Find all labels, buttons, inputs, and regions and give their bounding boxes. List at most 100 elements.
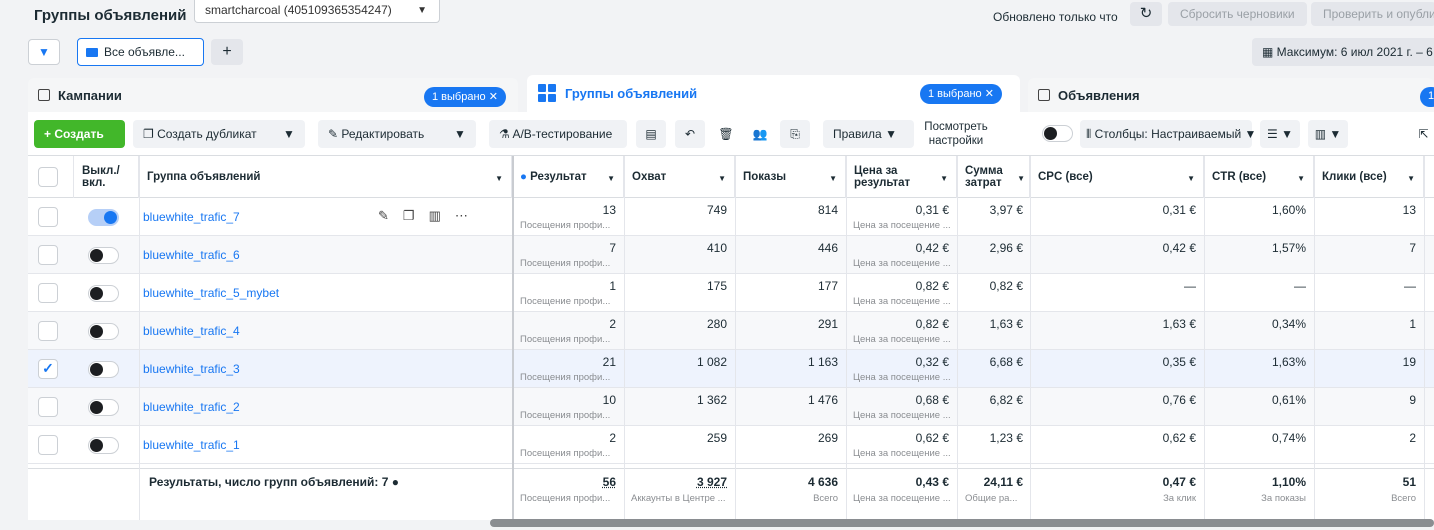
create-button[interactable]: + Создать [34, 120, 125, 148]
trash-icon[interactable]: 🗑 [712, 120, 740, 148]
add-filter-button[interactable]: + [211, 39, 243, 65]
row-checkbox[interactable] [38, 397, 58, 417]
calendar-icon: ▦ [1262, 45, 1277, 59]
ab-test-button[interactable]: ⚗ A/B-тестирование [489, 120, 627, 148]
col-reach[interactable]: Охват ▼ [624, 156, 735, 198]
row-checkbox[interactable] [38, 435, 58, 455]
account-selector[interactable]: smartcharcoal (405109365354247) ▼ [194, 0, 440, 23]
col-clicks[interactable]: Клики (все) ▼ [1314, 156, 1424, 198]
table-row[interactable]: bluewhite_trafic_6 7 Посещения профи... 410… [28, 236, 1434, 274]
ads-selected-badge[interactable]: 1 [1420, 87, 1434, 107]
duplicate-dropdown[interactable]: ▼ [273, 120, 305, 148]
cell-impressions: 1 476 [807, 393, 838, 407]
edit-button[interactable]: ✎ Редактировать [318, 120, 452, 148]
table-row[interactable]: bluewhite_trafic_2 10 Посещения профи... 1 … [28, 388, 1434, 426]
breakdown-button[interactable]: ☰ ▼ [1260, 120, 1300, 148]
row-toggle[interactable] [88, 209, 119, 226]
horizontal-scrollbar[interactable] [490, 519, 1434, 527]
cell-cpc: 0,35 € [1162, 355, 1196, 369]
all-ads-filter[interactable]: Все объявле... [77, 38, 204, 66]
preview-icon[interactable]: ⎘ [780, 120, 810, 148]
col-amount-spent[interactable]: Сумма затрат ▼ [957, 156, 1030, 198]
cell-cpc: 1,63 € [1162, 317, 1196, 331]
duplicate-icon[interactable]: ❐ [403, 208, 429, 223]
cell-ctr: 1,63% [1271, 355, 1306, 369]
chart-icon[interactable]: ▥ [429, 208, 455, 223]
row-checkbox[interactable] [38, 321, 58, 341]
select-all-checkbox[interactable] [38, 167, 58, 187]
filter-icon[interactable]: ▼ [28, 39, 60, 65]
cell-clicks: 13 [1402, 203, 1416, 217]
rules-button[interactable]: Правила ▼ [823, 120, 914, 148]
undo-icon[interactable]: ↶ [675, 120, 705, 148]
row-toggle[interactable] [88, 361, 119, 378]
row-toggle[interactable] [88, 285, 119, 302]
table-row[interactable]: ✓ bluewhite_trafic_3 21 Посещения профи... 1… [28, 350, 1434, 388]
cell-impressions: 291 [817, 317, 838, 331]
table-row[interactable]: bluewhite_trafic_4 2 Посещения профи... 280… [28, 312, 1434, 350]
col-adset[interactable]: Группа объявлений ▼ [139, 156, 512, 198]
refresh-icon[interactable]: ↻ [1130, 2, 1162, 26]
col-ctr[interactable]: CTR (все) ▼ [1204, 156, 1314, 198]
people-icon[interactable]: 👥 [746, 120, 774, 148]
export-icon[interactable]: ⇱ [1413, 120, 1434, 148]
col-cpc[interactable]: CPC (все) ▼ [1030, 156, 1204, 198]
row-checkbox[interactable] [38, 207, 58, 227]
cell-cpr-sub: Цена за посещение ... [853, 448, 951, 459]
summary-spent-sub: Общие ра... [965, 493, 1018, 504]
row-checkbox[interactable] [38, 283, 58, 303]
row-toggle[interactable] [88, 437, 119, 454]
row-actions[interactable]: ✎❐▥⋯ [378, 208, 482, 224]
col-toggle[interactable]: Выкл./ вкл. [74, 156, 139, 198]
tab-ads[interactable]: Объявления 1 [1028, 78, 1434, 112]
adset-name-link[interactable]: bluewhite_trafic_2 [143, 400, 240, 414]
view-settings-link[interactable]: Посмотреть настройки [921, 120, 991, 148]
col-impressions[interactable]: Показы ▼ [735, 156, 846, 198]
row-checkbox[interactable]: ✓ [38, 359, 58, 379]
cell-result-sub: Посещение профи... [520, 296, 611, 307]
adset-name-link[interactable]: bluewhite_trafic_3 [143, 362, 240, 376]
row-toggle[interactable] [88, 323, 119, 340]
edit-dropdown[interactable]: ▼ [444, 120, 476, 148]
cell-reach: 749 [706, 203, 727, 217]
duplicate-button[interactable]: ❐ Создать дубликат [133, 120, 281, 148]
adset-name-link[interactable]: bluewhite_trafic_1 [143, 438, 240, 452]
adsets-grid-icon [538, 84, 556, 102]
cell-result-sub: Посещения профи... [520, 258, 611, 269]
summary-reach: 3 927 [696, 475, 727, 489]
adset-name-link[interactable]: bluewhite_trafic_4 [143, 324, 240, 338]
row-checkbox[interactable] [38, 245, 58, 265]
summary-result: 56 [602, 475, 616, 489]
col-result[interactable]: ● Результат ▼ [512, 156, 624, 198]
cell-reach: 1 362 [696, 393, 727, 407]
row-toggle[interactable] [88, 399, 119, 416]
adset-name-link[interactable]: bluewhite_trafic_6 [143, 248, 240, 262]
tab-campaigns[interactable]: Кампании 1 выбрано ✕ [28, 78, 518, 112]
clipboard-icon[interactable]: ▤ [636, 120, 666, 148]
date-range-label: Максимум: 6 июл 2021 г. – 6 [1276, 45, 1433, 59]
all-ads-label: Все объявле... [104, 45, 185, 59]
row-toggle[interactable] [88, 247, 119, 264]
view-settings-toggle[interactable] [1042, 125, 1073, 142]
adsets-selected-badge[interactable]: 1 выбрано ✕ [920, 84, 1002, 104]
cell-cpr-sub: Цена за посещение ... [853, 296, 951, 307]
table-row[interactable]: bluewhite_trafic_7 ✎❐▥⋯ 13 Посещения профи.… [28, 198, 1434, 236]
campaigns-selected-badge[interactable]: 1 выбрано ✕ [424, 87, 506, 107]
table-row[interactable]: bluewhite_trafic_5_mybet 1 Посещение профи… [28, 274, 1434, 312]
edit-icon[interactable]: ✎ [378, 208, 403, 223]
more-icon[interactable]: ⋯ [455, 208, 482, 223]
flask-icon: ⚗ [499, 127, 513, 141]
tab-adsets[interactable]: Группы объявлений 1 выбрано ✕ [527, 75, 1020, 112]
cell-spent: 2,96 € [989, 241, 1023, 255]
table-row[interactable]: bluewhite_trafic_1 2 Посещения профи... 259… [28, 426, 1434, 464]
adset-name-link[interactable]: bluewhite_trafic_7 [143, 210, 240, 224]
review-publish-button[interactable]: Проверить и опубли [1311, 2, 1434, 26]
date-range-picker[interactable]: ▦ Максимум: 6 июл 2021 г. – 6 [1252, 38, 1434, 66]
columns-button[interactable]: ⦀ Столбцы: Настраиваемый ▼ [1080, 120, 1256, 148]
col-cost-per-result[interactable]: Цена за результат ▼ [846, 156, 957, 198]
adset-name-link[interactable]: bluewhite_trafic_5_mybet [143, 286, 279, 300]
cell-result-sub: Посещения профи... [520, 410, 611, 421]
reset-drafts-button[interactable]: Сбросить черновики [1168, 2, 1307, 26]
reports-button[interactable]: ▥ ▼ [1308, 120, 1348, 148]
campaign-icon [38, 89, 50, 101]
